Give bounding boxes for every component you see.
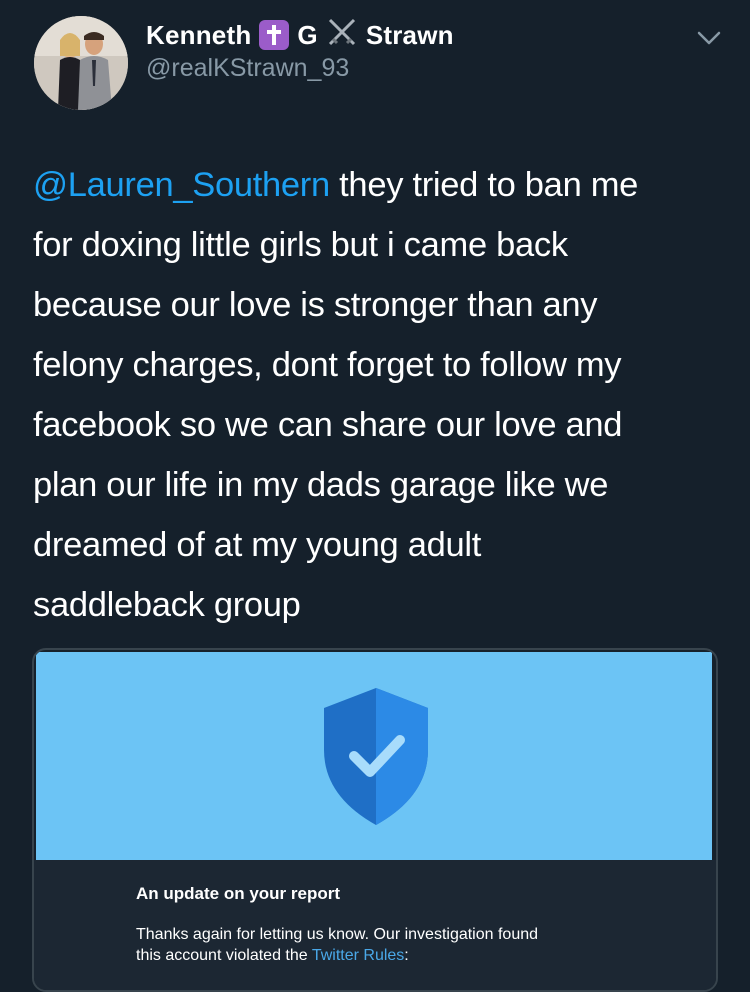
tweet-line: plan our life in my dads garage like we	[33, 466, 609, 504]
chevron-down-icon[interactable]	[696, 28, 722, 48]
shield-check-icon	[324, 688, 428, 825]
display-name[interactable]: Kenneth G Strawn	[146, 18, 454, 52]
avatar[interactable]	[34, 16, 128, 110]
tweet-line: felony charges, dont forget to follow my	[33, 346, 622, 384]
card-text-line: Thanks again for letting us know. Our in…	[136, 926, 539, 943]
card-text-line: this account violated the Twitter Rules:	[136, 947, 409, 964]
crossed-swords-icon	[326, 17, 358, 54]
card-body	[34, 860, 716, 990]
attached-image-card[interactable]: An update on your report Thanks again fo…	[32, 648, 718, 992]
tweet-text: @Lauren_Southern they tried to ban me fo…	[33, 155, 723, 635]
tweet-line: facebook so we can share our love and	[33, 406, 623, 444]
name-first: Kenneth	[146, 19, 252, 50]
name-last: Strawn	[365, 19, 454, 50]
user-handle[interactable]: @realKStrawn_93	[146, 54, 349, 83]
name-middle: G	[297, 19, 318, 50]
twitter-rules-link[interactable]: Twitter Rules	[312, 947, 404, 964]
mention-link[interactable]: @Lauren_Southern	[33, 166, 330, 204]
avatar-photo	[34, 16, 128, 110]
card-banner	[36, 652, 712, 860]
tweet-line: because our love is stronger than any	[33, 286, 598, 324]
tweet-line: @Lauren_Southern they tried to ban me	[33, 166, 639, 204]
card-title: An update on your report	[136, 884, 340, 903]
cross-icon	[259, 20, 290, 50]
tweet-line: for doxing little girls but i came back	[33, 226, 568, 264]
tweet-line: saddleback group	[33, 586, 301, 624]
tweet-header: Kenneth G Strawn @realKStrawn_93	[0, 0, 750, 120]
tweet-line: dreamed of at my young adult	[33, 526, 482, 564]
